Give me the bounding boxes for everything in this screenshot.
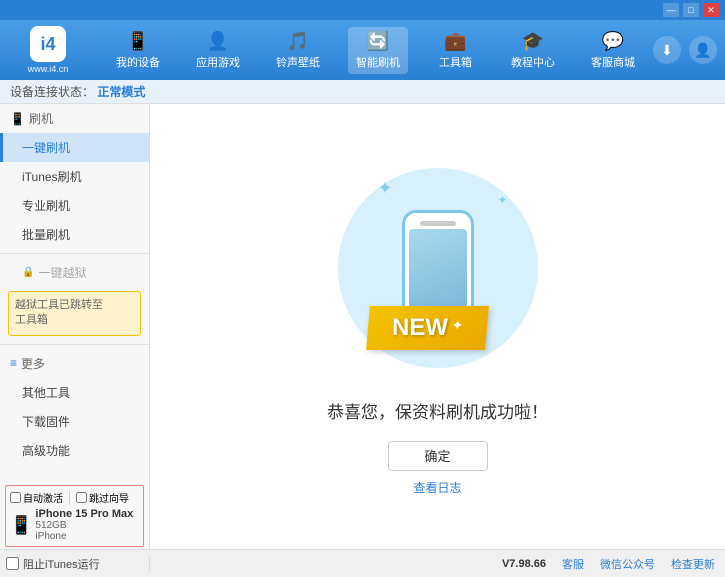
footer-link-update[interactable]: 检查更新 <box>671 556 715 572</box>
sidebar-section-more: ≡ 更多 <box>0 349 149 378</box>
nav-my-device-label: 我的设备 <box>116 54 160 70</box>
footer-link-wechat[interactable]: 微信公众号 <box>600 556 655 572</box>
logo-subtitle: www.i4.cn <box>28 64 69 74</box>
breadcrumb-prefix: 设备连接状态： <box>10 85 94 99</box>
sidebar-item-batch-flash[interactable]: 批量刷机 <box>0 220 149 249</box>
device-name: iPhone 15 Pro Max <box>35 508 133 520</box>
nav-tutorial-label: 教程中心 <box>511 54 555 70</box>
ringtones-icon: 🎵 <box>287 31 309 52</box>
nav-apps-games-label: 应用游戏 <box>196 54 240 70</box>
footer-left: 阻止iTunes运行 <box>0 556 150 572</box>
checkbox-divider <box>69 491 70 505</box>
device-info-row: 📱 iPhone 15 Pro Max 512GB iPhone <box>10 508 139 542</box>
breadcrumb: 设备连接状态： 正常模式 <box>0 80 725 104</box>
top-status-bar: — □ ✕ <box>0 0 725 20</box>
app-logo: i4 www.i4.cn <box>8 26 88 74</box>
skip-assistant-checkbox[interactable] <box>76 492 87 503</box>
sidebar-item-advanced[interactable]: 高级功能 <box>0 436 149 465</box>
nav-tutorial[interactable]: 🎓 教程中心 <box>503 27 563 74</box>
itunes-checkbox[interactable] <box>6 557 19 570</box>
win-maximize-btn[interactable]: □ <box>683 3 699 17</box>
auto-activate-label[interactable]: 自动激活 <box>10 490 63 505</box>
win-close-btn[interactable]: ✕ <box>703 3 719 17</box>
toolbox-icon: 💼 <box>444 31 466 52</box>
phone-notch <box>420 221 456 226</box>
smart-flash-icon: 🔄 <box>367 31 389 52</box>
new-ribbon-inner: NEW ✦ <box>366 306 489 350</box>
flash-section-icon: 📱 <box>10 112 25 126</box>
nav-toolbox-label: 工具箱 <box>439 54 472 70</box>
apps-games-icon: 👤 <box>207 31 229 52</box>
flash-section-label: 刷机 <box>29 110 53 127</box>
device-text-info: iPhone 15 Pro Max 512GB iPhone <box>35 508 133 542</box>
new-ribbon: NEW ✦ <box>368 306 487 350</box>
sidebar-section-jailbreak: 🔒 一键越狱 <box>0 258 149 287</box>
header-actions: ⬇ 👤 <box>653 36 717 64</box>
nav-smart-flash[interactable]: 🔄 智能刷机 <box>348 27 408 74</box>
logo-icon: i4 <box>30 26 66 62</box>
nav-smart-flash-label: 智能刷机 <box>356 54 400 70</box>
nav-ringtones-label: 铃声壁纸 <box>276 54 320 70</box>
breadcrumb-status: 正常模式 <box>97 85 145 99</box>
tutorial-icon: 🎓 <box>522 31 544 52</box>
sidebar-item-other-tools[interactable]: 其他工具 <box>0 378 149 407</box>
device-storage: 512GB <box>35 520 133 531</box>
user-btn[interactable]: 👤 <box>689 36 717 64</box>
nav-my-device[interactable]: 📱 我的设备 <box>108 27 168 74</box>
footer-right: V7.98.66 客服 微信公众号 检查更新 <box>150 556 725 572</box>
footer-link-service[interactable]: 客服 <box>562 556 584 572</box>
version-label: V7.98.66 <box>502 558 546 570</box>
log-link-text[interactable]: 查看日志 <box>413 481 461 495</box>
sparkle-icon: ✦ <box>378 178 393 199</box>
sidebar-section-flash: 📱 刷机 <box>0 104 149 133</box>
device-phone-icon: 📱 <box>10 515 32 536</box>
phone-screen <box>409 229 467 311</box>
device-section-box: 自动激活 跳过向导 📱 iPhone 15 Pro Max 512GB iPho… <box>5 485 144 547</box>
nav-apps-games[interactable]: 👤 应用游戏 <box>188 27 248 74</box>
new-text: NEW <box>392 314 448 342</box>
auto-activate-checkbox[interactable] <box>10 492 21 503</box>
jailbreak-notice: 越狱工具已跳转至工具箱 <box>8 291 141 336</box>
sidebar-item-one-key-flash[interactable]: 一键刷机 <box>0 133 149 162</box>
sidebar-item-pro-flash[interactable]: 专业刷机 <box>0 191 149 220</box>
more-section-icon: ≡ <box>10 356 17 370</box>
footer-bar: 阻止iTunes运行 V7.98.66 客服 微信公众号 检查更新 <box>0 549 725 577</box>
nav-service-label: 客服商城 <box>591 54 635 70</box>
my-device-icon: 📱 <box>127 31 149 52</box>
service-icon: 💬 <box>602 31 624 52</box>
device-checkboxes: 自动激活 跳过向导 <box>10 490 139 505</box>
sidebar-item-itunes-flash[interactable]: iTunes刷机 <box>0 162 149 191</box>
main-content: NEW ✦ ✦ ✦ 恭喜您，保资料刷机成功啦！ 确定 查看日志 <box>150 104 725 549</box>
sparkle-icon-2: ✦ <box>497 193 507 207</box>
win-minimize-btn[interactable]: — <box>663 3 679 17</box>
sidebar-divider-2 <box>0 344 149 345</box>
lock-icon: 🔒 <box>22 267 34 278</box>
main-nav: 📱 我的设备 👤 应用游戏 🎵 铃声壁纸 🔄 智能刷机 💼 工具箱 🎓 教程中心… <box>98 27 653 74</box>
device-type: iPhone <box>35 531 133 542</box>
sidebar-item-download-firmware[interactable]: 下载固件 <box>0 407 149 436</box>
new-star: ✦ <box>450 317 463 333</box>
nav-service[interactable]: 💬 客服商城 <box>583 27 643 74</box>
nav-toolbox[interactable]: 💼 工具箱 <box>428 27 483 74</box>
main-layout: 📱 刷机 一键刷机 iTunes刷机 专业刷机 批量刷机 🔒 一键越狱 越狱工具… <box>0 104 725 549</box>
log-link[interactable]: 查看日志 <box>413 479 461 496</box>
itunes-label: 阻止iTunes运行 <box>23 556 100 572</box>
success-illustration: NEW ✦ ✦ ✦ <box>338 158 538 378</box>
sidebar: 📱 刷机 一键刷机 iTunes刷机 专业刷机 批量刷机 🔒 一键越狱 越狱工具… <box>0 104 150 549</box>
sidebar-divider-1 <box>0 253 149 254</box>
success-message: 恭喜您，保资料刷机成功啦！ <box>327 398 548 423</box>
download-btn[interactable]: ⬇ <box>653 36 681 64</box>
app-header: i4 www.i4.cn 📱 我的设备 👤 应用游戏 🎵 铃声壁纸 🔄 智能刷机… <box>0 20 725 80</box>
confirm-button[interactable]: 确定 <box>388 441 488 471</box>
skip-assistant-label[interactable]: 跳过向导 <box>76 490 129 505</box>
nav-ringtones[interactable]: 🎵 铃声壁纸 <box>268 27 328 74</box>
